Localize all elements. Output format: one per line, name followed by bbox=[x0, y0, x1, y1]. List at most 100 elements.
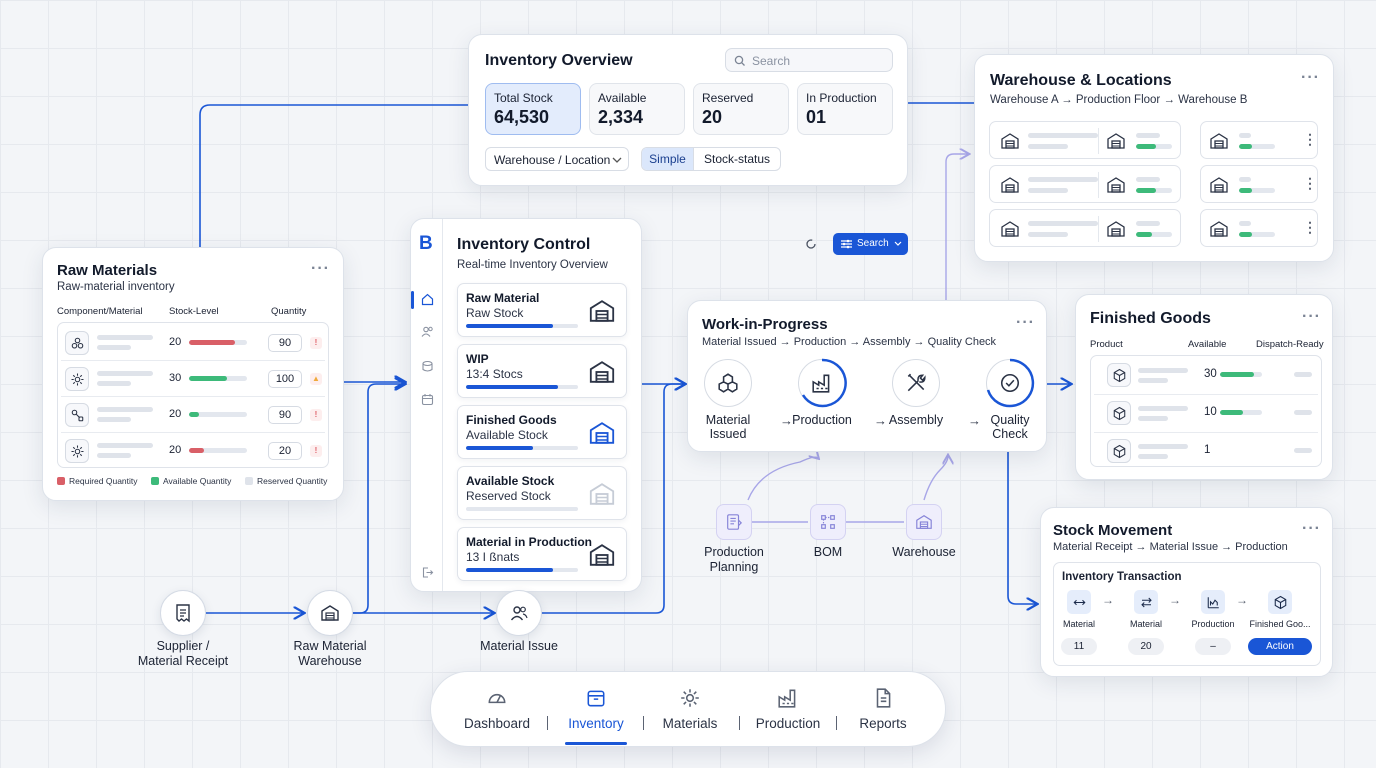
row-divider bbox=[61, 396, 325, 397]
warehouse-icon bbox=[589, 300, 615, 322]
kebab-icon[interactable]: ⋮ bbox=[1303, 219, 1317, 236]
nav-icon-wrap bbox=[486, 687, 508, 709]
warehouse-icon bbox=[1001, 221, 1019, 237]
placeholder-line bbox=[1239, 177, 1251, 182]
more-icon[interactable]: ··· bbox=[1301, 69, 1320, 87]
logout-icon[interactable] bbox=[421, 566, 434, 579]
kebab-icon[interactable]: ⋮ bbox=[1303, 175, 1317, 192]
more-icon[interactable]: ··· bbox=[1302, 520, 1321, 538]
item-progress bbox=[466, 324, 578, 328]
quantity-field[interactable]: 90 bbox=[268, 334, 302, 352]
movement-step-label: Material bbox=[1129, 619, 1162, 629]
capacity-bar bbox=[1239, 144, 1275, 149]
warehouse-location-filter[interactable]: Warehouse / Location bbox=[485, 147, 629, 171]
raw-title: Raw Materials bbox=[57, 262, 158, 279]
production-floor-slot bbox=[1104, 129, 1128, 153]
material-icon-box bbox=[65, 439, 89, 463]
warehouse-row[interactable] bbox=[989, 209, 1181, 247]
finished-row[interactable]: 10 bbox=[1090, 397, 1322, 429]
nav-materials[interactable]: Materials bbox=[646, 684, 734, 742]
capacity-bar bbox=[1136, 232, 1172, 237]
raw-material-row[interactable]: 20 20! bbox=[57, 436, 329, 466]
available-value: 10 bbox=[1204, 406, 1217, 418]
control-item[interactable]: Finished Goods Available Stock bbox=[457, 405, 627, 459]
warehouse-row[interactable] bbox=[989, 121, 1181, 159]
warehouse-row[interactable] bbox=[989, 165, 1181, 203]
placeholder-line bbox=[1138, 406, 1188, 411]
warehouse-b-row[interactable]: ⋮ bbox=[1200, 165, 1318, 203]
control-item[interactable]: Material in Production 13 I ßnats bbox=[457, 527, 627, 581]
wip-step-label: Quality Check bbox=[990, 413, 1030, 441]
view-simple-button[interactable]: Simple bbox=[642, 148, 694, 170]
placeholder-line bbox=[1028, 232, 1068, 237]
warehouse-a-slot bbox=[998, 129, 1022, 153]
action-button[interactable]: Action bbox=[1248, 638, 1312, 655]
quantity-field[interactable]: 100 bbox=[268, 370, 302, 388]
raw-material-row[interactable]: 20 90! bbox=[57, 400, 329, 430]
sidebar-active-indicator bbox=[411, 291, 414, 309]
planning-node-2[interactable] bbox=[810, 504, 846, 540]
nav-inventory[interactable]: Inventory bbox=[552, 684, 640, 745]
stat-total-stock[interactable]: Total Stock 64,530 bbox=[485, 83, 581, 135]
more-icon[interactable]: ··· bbox=[311, 260, 330, 278]
control-subtitle: Real-time Inventory Overview bbox=[457, 259, 608, 271]
item-warehouse-icon-wrap bbox=[588, 480, 616, 508]
material-icon-box bbox=[65, 403, 89, 427]
wip-step-4[interactable] bbox=[986, 358, 1035, 408]
item-warehouse-icon-wrap bbox=[588, 419, 616, 447]
kebab-icon[interactable]: ⋮ bbox=[1303, 131, 1317, 148]
wip-step-3[interactable] bbox=[892, 359, 940, 407]
stat-available[interactable]: Available 2,334 bbox=[589, 83, 685, 135]
wip-step-1[interactable] bbox=[704, 359, 752, 407]
nav-production[interactable]: Production bbox=[744, 684, 832, 742]
col-dispatch-ready: Dispatch-Ready bbox=[1256, 339, 1324, 350]
raw-material-row[interactable]: 20 90! bbox=[57, 328, 329, 358]
row-divider bbox=[1094, 432, 1318, 433]
warehouse-b-row[interactable]: ⋮ bbox=[1200, 121, 1318, 159]
stat-in-production[interactable]: In Production 01 bbox=[797, 83, 893, 135]
home-icon[interactable] bbox=[421, 293, 434, 306]
users-icon[interactable] bbox=[421, 325, 434, 338]
material-issue-node[interactable] bbox=[496, 590, 542, 636]
finished-row[interactable]: 30 bbox=[1090, 359, 1322, 391]
control-item[interactable]: WIP 13:4 Stocs bbox=[457, 344, 627, 398]
wip-search-button[interactable]: Search bbox=[833, 233, 908, 255]
item-title: WIP bbox=[466, 352, 489, 366]
supplier-node[interactable] bbox=[160, 590, 206, 636]
database-icon[interactable] bbox=[421, 360, 434, 373]
raw-warehouse-node[interactable] bbox=[307, 590, 353, 636]
warehouse-icon bbox=[1001, 133, 1019, 149]
item-warehouse-icon-wrap bbox=[588, 541, 616, 569]
quantity-field[interactable]: 90 bbox=[268, 406, 302, 424]
placeholder-line bbox=[97, 371, 153, 376]
available-bar bbox=[1220, 372, 1262, 377]
finished-row[interactable]: 1 bbox=[1090, 435, 1322, 467]
nav-reports[interactable]: Reports bbox=[839, 684, 927, 742]
production-floor-slot bbox=[1104, 173, 1128, 197]
overview-search[interactable]: Search bbox=[725, 48, 893, 72]
control-item[interactable]: Raw Material Raw Stock bbox=[457, 283, 627, 337]
nav-dashboard[interactable]: Dashboard bbox=[453, 684, 541, 742]
nav-label: Inventory bbox=[568, 716, 624, 731]
raw-material-row[interactable]: 30 100 ▲ bbox=[57, 364, 329, 394]
wip-step-2[interactable] bbox=[798, 358, 847, 408]
more-icon[interactable]: ··· bbox=[1016, 314, 1035, 332]
quantity-field[interactable]: 20 bbox=[268, 442, 302, 460]
col-stock-level: Stock-Level bbox=[169, 306, 219, 317]
item-progress bbox=[466, 507, 578, 511]
planning-node-3[interactable] bbox=[906, 504, 942, 540]
material-icon-box bbox=[65, 331, 89, 355]
molecule-icon bbox=[71, 337, 83, 349]
planning-node-1[interactable] bbox=[716, 504, 752, 540]
refresh-icon[interactable] bbox=[805, 238, 817, 250]
view-toggle: Simple Stock-status bbox=[641, 147, 781, 171]
alert-icon: ! bbox=[310, 445, 322, 457]
more-icon[interactable]: ··· bbox=[1302, 308, 1321, 326]
calendar-icon[interactable] bbox=[421, 393, 434, 406]
view-stock-status-button[interactable]: Stock-status bbox=[694, 148, 780, 170]
dispatch-ready-placeholder bbox=[1294, 410, 1312, 415]
warehouse-b-row[interactable]: ⋮ bbox=[1200, 209, 1318, 247]
stat-reserved[interactable]: Reserved 20 bbox=[693, 83, 789, 135]
control-item[interactable]: Available Stock Reserved Stock bbox=[457, 466, 627, 520]
tools-icon bbox=[907, 373, 926, 392]
